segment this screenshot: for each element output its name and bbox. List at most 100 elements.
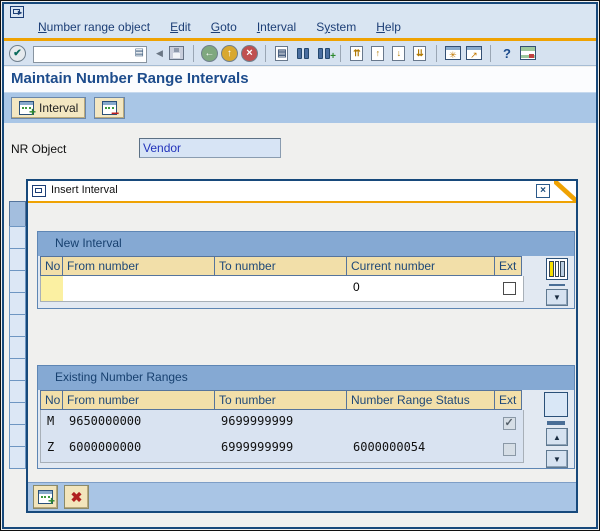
dialog-title: Insert Interval (51, 184, 118, 196)
customize-layout-button[interactable] (519, 44, 537, 63)
background-table-row-selector[interactable] (9, 402, 26, 425)
enter-icon[interactable]: ✔ (9, 44, 26, 62)
scroll-down-icon[interactable]: ▼ (546, 450, 568, 468)
row-status (347, 410, 495, 436)
create-shortcut-button[interactable]: ↗ (465, 44, 483, 63)
print-button[interactable]: ▤ (273, 44, 291, 63)
last-page-button[interactable]: ⇊ (411, 44, 429, 63)
dialog-body: New Interval No From number To number Cu… (28, 203, 576, 511)
dialog-button-bar: + ✖ (28, 482, 576, 511)
row-from: 6000000000 (69, 440, 142, 454)
existing-header-row: No From number To number Number Range St… (40, 390, 524, 410)
toolbar-separator (339, 44, 341, 62)
dropdown-icon[interactable]: ▼ (546, 289, 568, 306)
sap-window: ▸ Number range object Edit Goto Interval… (0, 0, 600, 531)
menu-help[interactable]: Help (366, 19, 411, 36)
save-button[interactable] (168, 44, 186, 63)
find-next-button[interactable]: + (315, 44, 336, 63)
menu-system[interactable]: System (306, 19, 366, 36)
delete-interval-button[interactable]: − (94, 97, 126, 121)
to-number-input[interactable] (215, 276, 347, 301)
row-no: Z (47, 440, 55, 454)
nr-object-field[interactable]: Vendor (139, 138, 281, 158)
standard-toolbar: ✔ ▤ ◀ ← ↑ × ▤ + ⇈ ↑ ↓ ⇊ ✳ ↗ ? (2, 41, 598, 66)
column-header-no: No (40, 390, 62, 410)
ext-checkbox[interactable] (502, 282, 516, 295)
previous-page-button[interactable]: ↑ (369, 44, 387, 63)
background-table-row-selector[interactable] (9, 292, 26, 315)
ext-cell (495, 436, 523, 462)
dialog-close-icon[interactable]: × (536, 184, 550, 198)
background-table-row-selector[interactable] (9, 226, 26, 249)
table-row[interactable]: Z 6000000000 6999999999 6000000054 (41, 436, 523, 462)
menu-edit[interactable]: Edit (160, 19, 201, 36)
exit-icon[interactable]: ↑ (220, 44, 238, 62)
table-settings-icon[interactable] (546, 258, 568, 280)
insert-button[interactable]: + (33, 485, 58, 509)
current-number-input[interactable]: 0 (347, 276, 495, 301)
interval-button[interactable]: + Interval (11, 97, 87, 119)
toolbar-separator (264, 44, 266, 62)
ext-cell (495, 276, 523, 301)
menu-interval[interactable]: Interval (247, 19, 306, 36)
column-header-to: To number (214, 256, 346, 276)
first-page-button[interactable]: ⇈ (348, 44, 366, 63)
menu-row: Number range object Edit Goto Interval S… (28, 19, 411, 36)
interval-button-label: Interval (39, 101, 79, 115)
table-row[interactable]: M 9650000000 9699999999 (41, 410, 523, 436)
customize-layout-icon (519, 46, 536, 60)
new-interval-table: No From number To number Current number … (40, 256, 524, 302)
next-page-icon: ↓ (392, 45, 406, 61)
new-interval-row: 0 (40, 276, 524, 302)
scroll-up-icon[interactable]: ▲ (546, 428, 568, 446)
background-table-row-selector[interactable] (9, 380, 26, 403)
interval-delete-icon: − (102, 101, 119, 121)
background-table-row-selector[interactable] (9, 314, 26, 337)
background-table-row-selector[interactable] (9, 424, 26, 447)
back-icon[interactable]: ← (200, 44, 218, 62)
help-button[interactable]: ? (498, 44, 516, 63)
menu-bar: ▸ Number range object Edit Goto Interval… (2, 2, 598, 38)
background-table-corner[interactable] (9, 201, 26, 227)
next-page-button[interactable]: ↓ (390, 44, 408, 63)
previous-page-icon: ↑ (371, 45, 385, 61)
command-history-icon[interactable]: ▤ (135, 47, 144, 59)
column-header-from: From number (62, 256, 214, 276)
column-header-no: No (40, 256, 62, 276)
menu-goto[interactable]: Goto (201, 19, 247, 36)
menu-number-range-object[interactable]: Number range object (28, 19, 160, 36)
system-menu-icon[interactable]: ▸ (10, 6, 24, 18)
background-table-row-selector[interactable] (9, 248, 26, 271)
ext-checkbox (502, 442, 516, 456)
from-number-input[interactable] (63, 276, 215, 301)
cancel-button[interactable]: ✖ (64, 485, 89, 509)
dialog-corner-fold (554, 181, 576, 201)
find-button[interactable] (294, 44, 312, 63)
scrollbar-track[interactable] (544, 392, 568, 417)
title-band: Maintain Number Range Intervals (2, 67, 598, 92)
ext-cell (495, 410, 523, 436)
existing-ranges-panel: Existing Number Ranges No From number To… (37, 365, 575, 469)
scrollbar-thumb[interactable] (547, 421, 565, 425)
background-table-row-selector[interactable] (9, 270, 26, 293)
command-field-input[interactable] (33, 46, 147, 63)
background-table-strip (9, 201, 26, 469)
background-table-row-selector[interactable] (9, 358, 26, 381)
existing-ranges-section-title: Existing Number Ranges (38, 366, 574, 390)
ext-checkbox (502, 416, 516, 430)
print-icon: ▤ (275, 45, 289, 61)
new-interval-header-row: No From number To number Current number … (40, 256, 524, 276)
cancel-icon[interactable]: × (240, 44, 258, 62)
collapse-command-field-icon[interactable]: ◀ (154, 48, 165, 59)
background-table-row-selector[interactable] (9, 336, 26, 359)
no-input[interactable] (41, 276, 63, 301)
background-table-row-selector[interactable] (9, 446, 26, 469)
new-session-button[interactable]: ✳ (444, 44, 462, 63)
find-icon (296, 47, 309, 59)
dialog-system-icon[interactable] (32, 185, 46, 197)
dialog-titlebar[interactable]: Insert Interval × (28, 181, 576, 201)
shortcut-icon: ↗ (465, 46, 482, 60)
column-header-ext: Ext (494, 390, 522, 410)
column-header-ext: Ext (494, 256, 522, 276)
column-header-from: From number (62, 390, 214, 410)
